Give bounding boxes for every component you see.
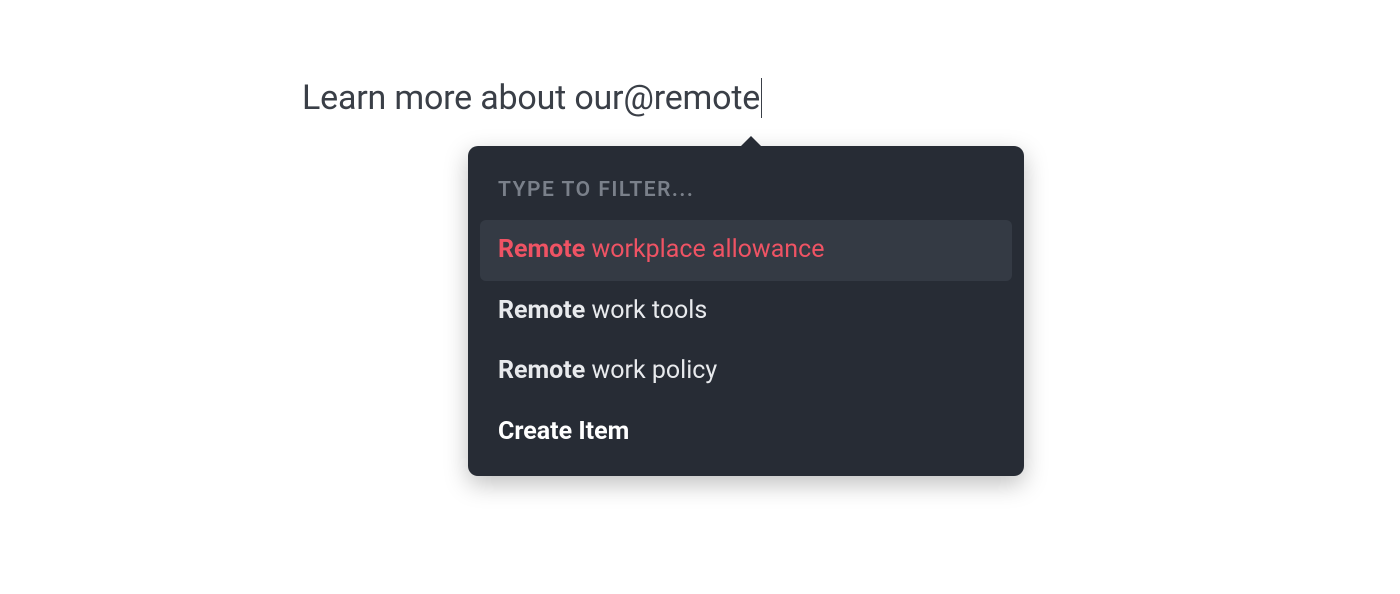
match-text: Remote	[498, 296, 585, 325]
input-prefix-text: Learn more about our	[302, 78, 623, 118]
dropdown-item-remote-work-policy[interactable]: Remote work policy	[480, 341, 1012, 402]
rest-text: work policy	[585, 356, 717, 385]
create-item-label: Create Item	[498, 417, 629, 446]
dropdown-item-remote-workplace-allowance[interactable]: Remote workplace allowance	[480, 220, 1012, 281]
dropdown-item-remote-work-tools[interactable]: Remote work tools	[480, 281, 1012, 342]
match-text: Remote	[498, 235, 585, 264]
mention-dropdown: TYPE TO FILTER... Remote workplace allow…	[468, 146, 1024, 476]
input-mention-text: @remote	[623, 78, 760, 118]
filter-label: TYPE TO FILTER...	[480, 160, 1012, 220]
create-item-button[interactable]: Create Item	[480, 402, 1012, 463]
rest-text: work tools	[585, 296, 707, 325]
rest-text: workplace allowance	[585, 235, 824, 264]
mention-input[interactable]: Learn more about our @remote	[302, 78, 762, 118]
match-text: Remote	[498, 356, 585, 385]
text-cursor	[761, 78, 762, 118]
